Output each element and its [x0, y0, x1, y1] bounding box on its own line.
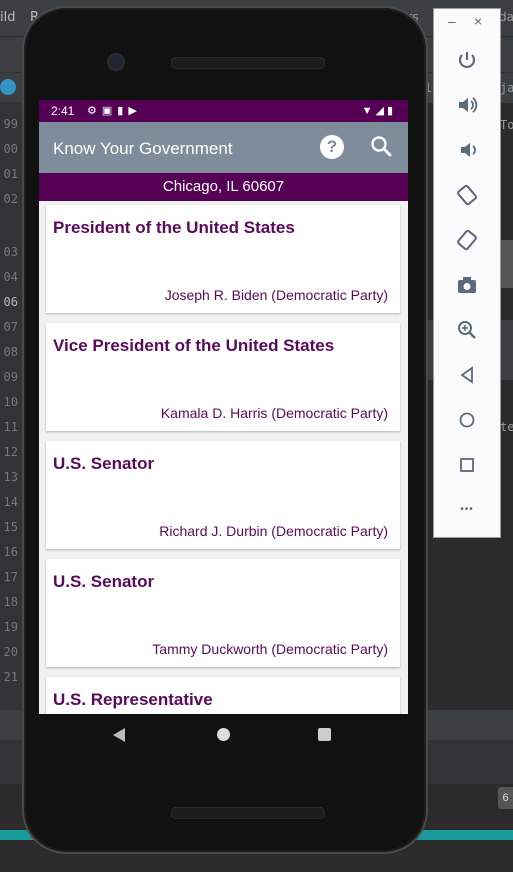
bottom-speaker — [171, 807, 325, 819]
line-number: 99 — [3, 117, 18, 131]
official-name: Joseph R. Biden (Democratic Party) — [164, 287, 388, 303]
official-name: Kamala D. Harris (Democratic Party) — [160, 405, 388, 421]
line-number: 17 — [3, 570, 18, 584]
android-nav-bar — [39, 714, 408, 756]
line-number-current: 06 — [3, 295, 18, 309]
list-item[interactable]: U.S. Representative — [46, 677, 400, 714]
line-number: 03 — [3, 245, 18, 259]
more-icon[interactable]: ••• — [454, 497, 480, 523]
volume-down-icon[interactable] — [454, 137, 480, 163]
help-icon[interactable]: ? — [320, 135, 344, 159]
location-bar[interactable]: Chicago, IL 60607 — [39, 173, 408, 201]
play-store-icon: ▶ — [128, 105, 142, 117]
gear-icon: ⚙ — [87, 105, 102, 117]
editor-scroll-indicator[interactable] — [499, 240, 513, 288]
minimize-button[interactable]: – — [448, 13, 456, 29]
officials-list[interactable]: President of the United States Joseph R.… — [39, 201, 408, 714]
line-number: 19 — [3, 620, 18, 634]
overview-icon[interactable] — [318, 728, 331, 741]
list-item[interactable]: U.S. Senator Tammy Duckworth (Democratic… — [46, 559, 400, 667]
camera-icon[interactable] — [454, 272, 480, 298]
notification-badge[interactable]: 6 — [498, 787, 513, 809]
line-number: 07 — [3, 320, 18, 334]
line-number: 20 — [3, 645, 18, 659]
phone-screen: 2:41 ⚙▣▮▶ ▼◢▮ Know Your Government ? Chi… — [39, 100, 408, 714]
line-number: 02 — [3, 192, 18, 206]
front-camera — [107, 53, 125, 71]
back-icon[interactable] — [454, 362, 480, 388]
power-icon[interactable] — [454, 47, 480, 73]
line-number: 10 — [3, 395, 18, 409]
battery-icon: ▮ — [386, 105, 396, 117]
list-item[interactable]: President of the United States Joseph R.… — [46, 205, 400, 313]
line-number: 12 — [3, 445, 18, 459]
a-icon: ▣ — [101, 105, 118, 117]
class-file-icon — [0, 79, 16, 95]
line-number: 21 — [3, 670, 18, 684]
close-button[interactable]: × — [474, 13, 482, 29]
line-number: 15 — [3, 520, 18, 534]
search-icon[interactable] — [369, 134, 393, 158]
line-number: 01 — [3, 167, 18, 181]
status-time: 2:41 — [51, 104, 75, 118]
code-fragment: To — [500, 118, 513, 132]
line-number: 09 — [3, 370, 18, 384]
office-title: U.S. Representative — [53, 690, 213, 709]
volume-up-icon[interactable] — [454, 92, 480, 118]
office-title: Vice President of the United States — [53, 336, 335, 355]
official-name: Tammy Duckworth (Democratic Party) — [152, 641, 388, 657]
official-name: Richard J. Durbin (Democratic Party) — [159, 523, 388, 539]
ide-tab-label-2[interactable]: da — [499, 10, 513, 24]
office-title: President of the United States — [53, 218, 295, 237]
rotate-left-icon[interactable] — [454, 182, 480, 208]
ide-menu-build[interactable]: ild — [0, 10, 15, 25]
line-number: 16 — [3, 545, 18, 559]
list-item[interactable]: Vice President of the United States Kama… — [46, 323, 400, 431]
code-fragment: te — [500, 420, 513, 434]
line-number-gutter: 99 00 01 02 03 04 06 07 08 09 10 11 12 1… — [0, 102, 22, 712]
home-icon[interactable] — [454, 407, 480, 433]
status-left-icons: ⚙▣▮▶ — [87, 104, 142, 117]
sim-icon: ▮ — [117, 105, 129, 117]
line-number: 00 — [3, 142, 18, 156]
line-number: 04 — [3, 270, 18, 284]
list-item[interactable]: U.S. Senator Richard J. Durbin (Democrat… — [46, 441, 400, 549]
zoom-icon[interactable] — [454, 317, 480, 343]
app-title: Know Your Government — [53, 139, 233, 158]
back-icon[interactable] — [113, 728, 125, 742]
signal-icon: ◢ — [375, 105, 387, 117]
wifi-icon: ▼ — [361, 105, 376, 117]
emulator-toolbar: – × ••• — [433, 8, 501, 538]
office-title: U.S. Senator — [53, 454, 155, 473]
line-number: 18 — [3, 595, 18, 609]
office-title: U.S. Senator — [53, 572, 155, 591]
earpiece-speaker — [171, 57, 325, 69]
line-number: 08 — [3, 345, 18, 359]
line-number: 14 — [3, 495, 18, 509]
ide-tab-fragment-2[interactable]: ja — [500, 81, 513, 95]
status-right-icons: ▼◢▮ — [362, 104, 396, 117]
status-bar: 2:41 ⚙▣▮▶ ▼◢▮ — [39, 100, 408, 122]
line-number: 13 — [3, 470, 18, 484]
app-bar: Know Your Government ? — [39, 122, 408, 173]
overview-icon[interactable] — [454, 452, 480, 478]
home-icon[interactable] — [217, 728, 230, 741]
rotate-right-icon[interactable] — [454, 227, 480, 253]
line-number: 11 — [3, 420, 18, 434]
